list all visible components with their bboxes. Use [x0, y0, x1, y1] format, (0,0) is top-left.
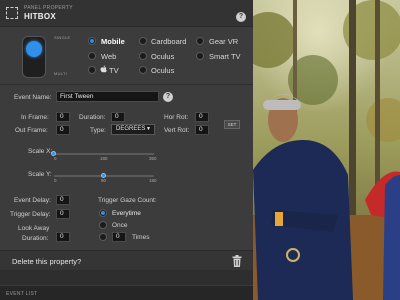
in-frame-input[interactable]: 0 — [56, 112, 70, 122]
everytime-label: Everytime — [112, 210, 141, 217]
vert-rot-label: Vert Rot: — [164, 127, 190, 134]
radio-mobile[interactable] — [88, 37, 96, 45]
platform-label-oculus-2: Oculus — [151, 66, 175, 75]
panel-kicker: PANEL PROPERTY — [24, 5, 73, 11]
scale-y-max: 180 — [149, 178, 157, 183]
event-delay-input[interactable]: 0 — [56, 195, 70, 205]
out-frame-input[interactable]: 0 — [56, 125, 70, 135]
event-list-label: EVENT LIST — [6, 291, 38, 297]
forest-scene-image — [253, 0, 400, 300]
times-label: Times — [132, 234, 150, 241]
hor-rot-label: Hor Rot: — [164, 114, 189, 121]
divider — [0, 84, 253, 85]
radio-times[interactable] — [99, 233, 107, 241]
platform-label-oculus: Oculus — [151, 52, 175, 61]
toggle-multi-label: MULTI — [54, 71, 68, 76]
radio-oculus-2[interactable] — [139, 66, 147, 74]
apple-icon — [100, 65, 107, 73]
scale-x-mid: 180 — [100, 156, 108, 161]
look-away-duration-label: Duration: — [22, 235, 49, 242]
radio-oculus[interactable] — [139, 52, 147, 60]
type-select[interactable]: DEGREES ▼ — [111, 124, 155, 135]
scale-y-min: 0 — [54, 178, 57, 183]
platform-label-web: Web — [101, 52, 117, 61]
help-icon[interactable]: ? — [236, 12, 246, 22]
scale-y-label: Scale Y: — [28, 171, 52, 178]
times-input[interactable]: 0 — [112, 232, 126, 242]
event-list-bar[interactable]: EVENT LIST — [0, 285, 253, 300]
type-select-value: DEGREES — [116, 126, 146, 132]
panel-gap — [0, 270, 253, 285]
trigger-delay-input[interactable]: 0 — [56, 209, 70, 219]
duration-label: Duration: — [79, 114, 106, 121]
platform-label-smart-tv: Smart TV — [209, 52, 241, 61]
radio-gear-vr[interactable] — [196, 37, 204, 45]
trash-icon[interactable] — [232, 255, 242, 267]
scale-x-track[interactable] — [54, 153, 154, 155]
scale-x-min: 0 — [54, 156, 57, 161]
look-away-label: Look Away — [18, 225, 50, 232]
scale-x-max: 360 — [149, 156, 157, 161]
property-panel: PANEL PROPERTY HITBOX ? SINGLE MULTI Mob… — [0, 0, 253, 300]
platform-label-cardboard: Cardboard — [151, 37, 187, 46]
event-help-icon[interactable]: ? — [163, 92, 173, 102]
look-away-input[interactable]: 0 — [56, 232, 70, 242]
duration-input[interactable]: 0 — [111, 112, 125, 122]
hor-rot-input[interactable]: 0 — [195, 112, 209, 122]
chevron-down-icon: ▼ — [146, 126, 151, 132]
radio-everytime[interactable] — [99, 209, 107, 217]
single-multi-toggle[interactable] — [22, 36, 46, 78]
event-delay-label: Event Delay: — [14, 197, 51, 204]
delete-property-text[interactable]: Delete this property? — [12, 257, 81, 266]
scale-y-mid: 90 — [101, 178, 107, 183]
toggle-single-label: SINGLE — [54, 35, 71, 40]
out-frame-label: Out Frame: — [15, 127, 48, 134]
radio-apple-tv[interactable] — [88, 66, 96, 74]
gaze-count-label: Trigger Gaze Count: — [98, 197, 157, 204]
event-name-label: Event Name: — [14, 94, 52, 101]
radio-once[interactable] — [99, 221, 107, 229]
scale-x-label: Scale X: — [28, 148, 53, 155]
platform-label-tv: TV — [109, 66, 119, 75]
toggle-knob[interactable] — [26, 41, 42, 57]
platform-label-mobile: Mobile — [101, 37, 125, 46]
once-label: Once — [112, 222, 128, 229]
trigger-delay-label: Trigger Delay: — [10, 211, 51, 218]
delete-bar: Delete this property? — [0, 250, 253, 270]
event-name-input[interactable]: First Tween — [56, 91, 159, 102]
vert-rot-input[interactable]: 0 — [195, 125, 209, 135]
panel-title: HITBOX — [24, 12, 57, 21]
in-frame-label: In Frame: — [21, 114, 49, 121]
background-photo — [253, 0, 400, 300]
hitbox-icon — [6, 7, 18, 19]
set-button[interactable]: SET — [224, 120, 240, 129]
radio-cardboard[interactable] — [139, 37, 147, 45]
platform-label-gear-vr: Gear VR — [209, 37, 239, 46]
radio-web[interactable] — [88, 52, 96, 60]
panel-header: PANEL PROPERTY HITBOX ? — [0, 0, 253, 27]
radio-smart-tv[interactable] — [196, 52, 204, 60]
type-label: Type: — [90, 127, 106, 134]
